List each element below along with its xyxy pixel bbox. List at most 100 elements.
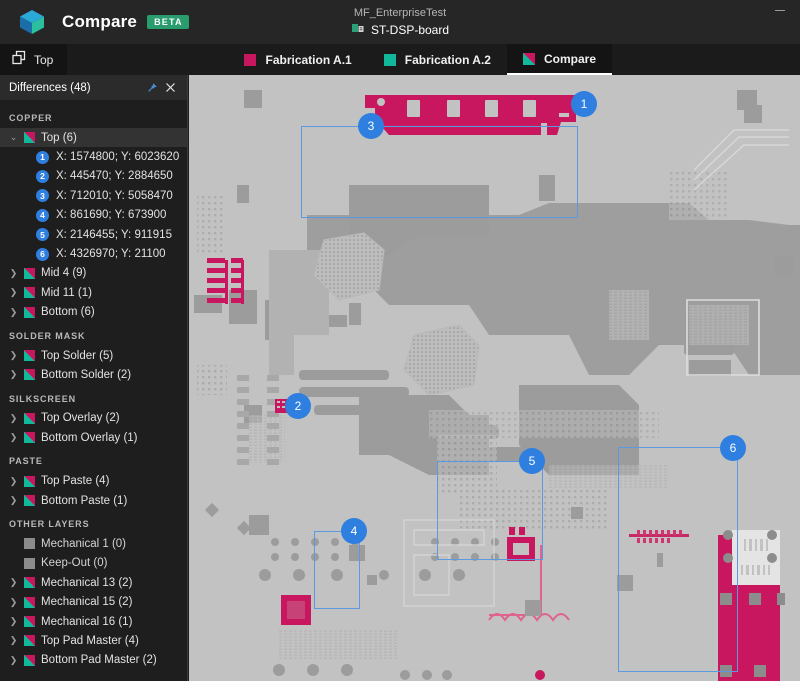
tab-fabrication-a2-label: Fabrication A.2 xyxy=(404,52,491,67)
layer-row[interactable]: Keep-Out (0) xyxy=(0,554,187,573)
difference-coordinates: X: 445470; Y: 2884650 xyxy=(56,170,173,183)
swatch-split-icon xyxy=(24,495,35,507)
swatch-split-icon xyxy=(24,616,35,627)
chevron-right-icon[interactable]: ❯ xyxy=(9,578,18,587)
swatch-split-icon xyxy=(24,132,35,144)
layer-row[interactable]: ❯ Mid 4 (9) xyxy=(0,264,187,283)
difference-index-badge: 2 xyxy=(36,169,49,183)
difference-row[interactable]: 4 X: 861690; Y: 673900 xyxy=(0,206,187,225)
chevron-right-icon[interactable]: ❯ xyxy=(9,496,18,505)
minimize-button[interactable] xyxy=(760,0,800,20)
differences-panel-header: Differences (48) xyxy=(0,75,187,100)
difference-row[interactable]: 2 X: 445470; Y: 2884650 xyxy=(0,167,187,186)
chevron-right-icon[interactable]: ❯ xyxy=(9,636,18,645)
layer-row[interactable]: ❯ Bottom Solder (2) xyxy=(0,365,187,384)
swatch-split-icon xyxy=(24,287,35,299)
layer-label: Top Overlay (2) xyxy=(41,412,120,425)
layer-row[interactable]: ❯ Top Pad Master (4) xyxy=(0,631,187,650)
pin-icon[interactable] xyxy=(143,79,161,97)
window-controls xyxy=(760,0,800,20)
layer-row[interactable]: ❯ Bottom Pad Master (2) xyxy=(0,651,187,670)
layer-label: Bottom Overlay (1) xyxy=(41,431,138,444)
layer-row[interactable]: ❯ Top Solder (5) xyxy=(0,346,187,365)
differences-tree: COPPER ⌄ Top (6) 1 X: 1574800; Y: 6023620 2 X:… xyxy=(0,100,187,670)
layer-row[interactable]: ❯ Mechanical 13 (2) xyxy=(0,573,187,592)
layer-row[interactable]: ❯ Mid 11 (1) xyxy=(0,283,187,302)
layer-row[interactable]: ❯ Bottom Paste (1) xyxy=(0,491,187,510)
tab-view-top[interactable]: Top xyxy=(0,44,68,75)
swatch-split-icon xyxy=(24,577,35,589)
swatch-split-icon xyxy=(24,369,35,381)
tab-compare[interactable]: Compare xyxy=(506,44,612,75)
tree-group-header: SILKSCREEN xyxy=(9,393,77,404)
difference-row[interactable]: 5 X: 2146455; Y: 911915 xyxy=(0,225,187,244)
tab-fabrication-a1[interactable]: Fabrication A.1 xyxy=(228,44,367,75)
layer-label: Keep-Out (0) xyxy=(41,557,108,570)
layer-label: Mechanical 13 (2) xyxy=(41,576,133,589)
chevron-right-icon[interactable]: ❯ xyxy=(9,617,18,626)
chevron-right-icon[interactable]: ❯ xyxy=(9,413,18,423)
swatch-split-icon xyxy=(24,475,35,487)
layer-label: Top Paste (4) xyxy=(41,475,110,488)
tree-group-header: COPPER xyxy=(9,113,53,123)
tree-group-header: SOLDER MASK xyxy=(9,330,86,341)
difference-coordinates: X: 4326970; Y: 21100 xyxy=(56,248,166,261)
diff-marker[interactable]: 5 xyxy=(519,448,545,474)
diff-marker[interactable]: 2 xyxy=(285,393,311,419)
chevron-right-icon[interactable]: ❯ xyxy=(9,655,18,665)
chevron-right-icon[interactable]: ❯ xyxy=(9,433,18,442)
difference-row[interactable]: 3 X: 712010; Y: 5058470 xyxy=(0,186,187,205)
layer-row[interactable]: ❯ Mechanical 15 (2) xyxy=(0,592,187,611)
layer-label: Top Solder (5) xyxy=(41,349,114,362)
swatch-split-icon xyxy=(24,350,35,362)
fabrication-tabs: Fabrication A.1 Fabrication A.2 Compare xyxy=(228,44,612,75)
difference-coordinates: X: 861690; Y: 673900 xyxy=(56,209,167,222)
chevron-right-icon[interactable]: ❯ xyxy=(9,288,18,297)
page-title: Compare xyxy=(62,12,138,31)
layer-row[interactable]: Mechanical 1 (0) xyxy=(0,534,187,553)
pcb-document-icon xyxy=(351,21,365,39)
swatch-teal-icon xyxy=(383,53,396,66)
chevron-down-icon[interactable]: ⌄ xyxy=(9,133,18,142)
diff-marker[interactable]: 1 xyxy=(571,91,597,117)
layer-row[interactable]: ❯ Mechanical 16 (1) xyxy=(0,612,187,631)
beta-badge: BETA xyxy=(147,15,189,29)
chevron-right-icon[interactable]: ❯ xyxy=(9,307,18,317)
difference-index-badge: 4 xyxy=(36,208,49,222)
swatch-split-icon xyxy=(522,52,535,65)
layer-row[interactable]: ❯ Bottom (6) xyxy=(0,303,187,322)
difference-row[interactable]: 6 X: 4326970; Y: 21100 xyxy=(0,244,187,263)
layer-label: Mechanical 16 (1) xyxy=(41,615,133,628)
chevron-right-icon[interactable]: ❯ xyxy=(9,476,18,486)
differences-panel: Differences (48) COPPER ⌄ Top (6) 1 X: 15748… xyxy=(0,75,188,681)
title-bar: Compare BETA MF_EnterpriseTest ST-DSP-bo… xyxy=(0,0,800,44)
difference-row[interactable]: 1 X: 1574800; Y: 6023620 xyxy=(0,147,187,166)
layer-label: Mechanical 1 (0) xyxy=(41,537,127,550)
swatch-gray-icon xyxy=(24,538,35,550)
layer-row[interactable]: ❯ Bottom Overlay (1) xyxy=(0,428,187,447)
diff-marker[interactable]: 6 xyxy=(720,435,746,461)
tab-view-top-label: Top xyxy=(34,52,54,67)
layer-label: Bottom Solder (2) xyxy=(41,368,132,381)
difference-index-badge: 3 xyxy=(36,189,49,203)
swatch-split-icon xyxy=(24,432,35,444)
chevron-right-icon[interactable]: ❯ xyxy=(9,370,18,379)
layer-label: Mechanical 15 (2) xyxy=(41,596,133,609)
layer-row[interactable]: ⌄ Top (6) xyxy=(0,128,187,148)
swatch-split-icon xyxy=(24,306,35,318)
chevron-right-icon[interactable]: ❯ xyxy=(9,351,18,360)
pcb-canvas[interactable]: 1 2 3 4 5 6 xyxy=(189,75,800,681)
diff-marker[interactable]: 3 xyxy=(358,113,384,139)
layer-row[interactable]: ❯ Top Overlay (2) xyxy=(0,409,187,428)
layer-label: Mid 4 (9) xyxy=(41,267,87,280)
tab-fabrication-a2[interactable]: Fabrication A.2 xyxy=(368,44,507,75)
close-icon[interactable] xyxy=(161,79,179,97)
diff-marker[interactable]: 4 xyxy=(341,518,367,544)
chevron-right-icon[interactable]: ❯ xyxy=(9,268,18,278)
layer-row[interactable]: ❯ Top Paste (4) xyxy=(0,471,187,490)
layer-label: Top (6) xyxy=(41,131,77,144)
swatch-split-icon xyxy=(24,635,35,647)
differences-panel-title: Differences (48) xyxy=(9,81,91,94)
chevron-right-icon[interactable]: ❯ xyxy=(9,597,18,607)
swatch-split-icon xyxy=(24,654,35,666)
